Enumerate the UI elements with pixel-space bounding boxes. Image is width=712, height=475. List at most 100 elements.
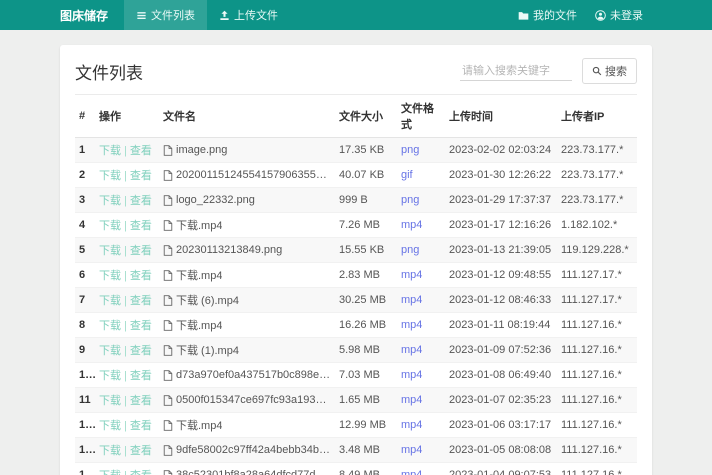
- page: 图床储存 文件列表 上传文件 我的文件: [0, 0, 712, 475]
- view-link[interactable]: 查看: [130, 420, 152, 432]
- table-row: 8 下载|查看 下载.mp4 16.26 MB mp4 2023-01-11 0…: [75, 313, 637, 338]
- download-link[interactable]: 下载: [99, 395, 121, 407]
- download-link[interactable]: 下载: [99, 270, 121, 282]
- uploader-ip: 111.127.16.*: [557, 313, 637, 338]
- file-size: 16.26 MB: [335, 313, 397, 338]
- row-index: 1: [75, 138, 95, 163]
- view-link[interactable]: 查看: [130, 145, 152, 157]
- upload-time: 2023-01-17 12:16:26: [445, 213, 557, 238]
- file-format-link[interactable]: mp4: [401, 469, 422, 475]
- upload-icon: [219, 10, 230, 21]
- download-link[interactable]: 下载: [99, 170, 121, 182]
- view-link[interactable]: 查看: [130, 195, 152, 207]
- search-input[interactable]: [460, 62, 572, 81]
- file-icon: [163, 145, 173, 156]
- file-format-link[interactable]: mp4: [401, 219, 422, 231]
- col-header-size: 文件大小: [335, 95, 397, 138]
- search-icon: [592, 66, 602, 76]
- uploader-ip: 111.127.17.*: [557, 263, 637, 288]
- file-name[interactable]: 下载 (1).mp4: [176, 342, 239, 358]
- view-link[interactable]: 查看: [130, 345, 152, 357]
- search-button[interactable]: 搜索: [582, 58, 637, 84]
- file-name[interactable]: 9dfe58002c97ff42a4bebb34b17a61cc-2023-01…: [176, 444, 331, 456]
- action-separator: |: [124, 220, 127, 232]
- file-name[interactable]: 38c52301bf8a28a64dfcd77db4962549-2023-01…: [176, 469, 331, 475]
- view-link[interactable]: 查看: [130, 295, 152, 307]
- table-row: 7 下载|查看 下载 (6).mp4 30.25 MB mp4 2023-01-…: [75, 288, 637, 313]
- download-link[interactable]: 下载: [99, 470, 121, 475]
- upload-time: 2023-01-30 12:26:22: [445, 163, 557, 188]
- download-link[interactable]: 下载: [99, 445, 121, 457]
- file-name[interactable]: 下载.mp4: [176, 417, 222, 433]
- download-link[interactable]: 下载: [99, 420, 121, 432]
- file-name[interactable]: 下载.mp4: [176, 217, 222, 233]
- file-name[interactable]: 下载.mp4: [176, 267, 222, 283]
- file-size: 3.48 MB: [335, 438, 397, 463]
- table-row: 4 下载|查看 下载.mp4 7.26 MB mp4 2023-01-17 12…: [75, 213, 637, 238]
- action-separator: |: [124, 470, 127, 475]
- action-separator: |: [124, 195, 127, 207]
- file-format-link[interactable]: mp4: [401, 394, 422, 406]
- upload-time: 2023-01-29 17:37:37: [445, 188, 557, 213]
- row-index: 7: [75, 288, 95, 313]
- download-link[interactable]: 下载: [99, 370, 121, 382]
- file-name[interactable]: 0500f015347ce697fc93a193e5a6723d-2023-01…: [176, 394, 331, 406]
- brand[interactable]: 图床储存: [60, 0, 108, 30]
- download-link[interactable]: 下载: [99, 245, 121, 257]
- view-link[interactable]: 查看: [130, 445, 152, 457]
- col-header-time: 上传时间: [445, 95, 557, 138]
- file-format-link[interactable]: mp4: [401, 419, 422, 431]
- file-format-link[interactable]: png: [401, 144, 419, 156]
- file-format-link[interactable]: png: [401, 194, 419, 206]
- file-name[interactable]: image.png: [176, 144, 227, 156]
- file-name[interactable]: 下载 (6).mp4: [176, 292, 239, 308]
- view-link[interactable]: 查看: [130, 370, 152, 382]
- file-size: 40.07 KB: [335, 163, 397, 188]
- upload-time: 2023-01-04 09:07:53: [445, 463, 557, 475]
- file-format-link[interactable]: mp4: [401, 444, 422, 456]
- row-index: 12: [75, 413, 95, 438]
- nav-item-label: 我的文件: [533, 7, 577, 23]
- file-format-link[interactable]: gif: [401, 169, 413, 181]
- table-row: 9 下载|查看 下载 (1).mp4 5.98 MB mp4 2023-01-0…: [75, 338, 637, 363]
- nav-item-login-status[interactable]: 未登录: [586, 0, 652, 30]
- row-index: 2: [75, 163, 95, 188]
- file-list-card: 文件列表 搜索 # 操作 文件名: [60, 45, 652, 475]
- action-separator: |: [124, 270, 127, 282]
- download-link[interactable]: 下载: [99, 320, 121, 332]
- file-format-link[interactable]: mp4: [401, 294, 422, 306]
- view-link[interactable]: 查看: [130, 470, 152, 475]
- view-link[interactable]: 查看: [130, 220, 152, 232]
- nav-item-upload[interactable]: 上传文件: [207, 0, 290, 30]
- file-format-link[interactable]: png: [401, 244, 419, 256]
- file-name[interactable]: logo_22332.png: [176, 194, 255, 206]
- download-link[interactable]: 下载: [99, 345, 121, 357]
- file-icon: [163, 220, 173, 231]
- file-name[interactable]: 20200115124554157906355440441.gif: [176, 169, 331, 181]
- download-link[interactable]: 下载: [99, 195, 121, 207]
- file-format-link[interactable]: mp4: [401, 344, 422, 356]
- download-link[interactable]: 下载: [99, 295, 121, 307]
- nav-item-my-files[interactable]: 我的文件: [509, 0, 586, 30]
- view-link[interactable]: 查看: [130, 320, 152, 332]
- upload-time: 2023-01-09 07:52:36: [445, 338, 557, 363]
- file-size: 5.98 MB: [335, 338, 397, 363]
- upload-time: 2023-01-11 08:19:44: [445, 313, 557, 338]
- view-link[interactable]: 查看: [130, 245, 152, 257]
- file-format-link[interactable]: mp4: [401, 369, 422, 381]
- file-format-link[interactable]: mp4: [401, 319, 422, 331]
- upload-time: 2023-01-06 03:17:17: [445, 413, 557, 438]
- file-name[interactable]: 下载.mp4: [176, 317, 222, 333]
- view-link[interactable]: 查看: [130, 170, 152, 182]
- view-link[interactable]: 查看: [130, 270, 152, 282]
- row-index: 8: [75, 313, 95, 338]
- file-name[interactable]: d73a970ef0a437517b0c898e71514997-2023-01…: [176, 369, 331, 381]
- view-link[interactable]: 查看: [130, 395, 152, 407]
- upload-time: 2023-01-07 02:35:23: [445, 388, 557, 413]
- file-name[interactable]: 20230113213849.png: [176, 244, 282, 256]
- download-link[interactable]: 下载: [99, 145, 121, 157]
- file-format-link[interactable]: mp4: [401, 269, 422, 281]
- row-index: 9: [75, 338, 95, 363]
- download-link[interactable]: 下载: [99, 220, 121, 232]
- nav-item-file-list[interactable]: 文件列表: [124, 0, 207, 30]
